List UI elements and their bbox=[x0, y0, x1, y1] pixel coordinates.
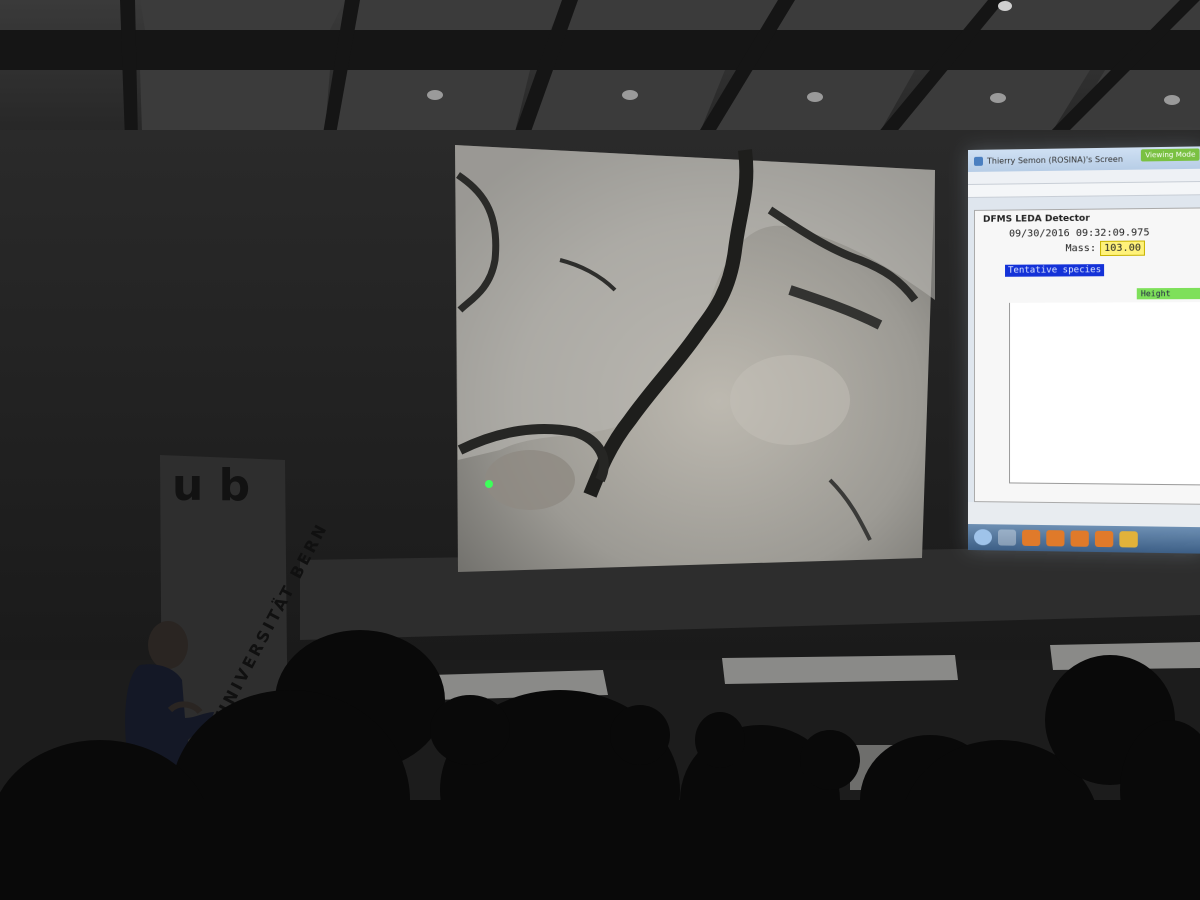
mass-label: Mass: bbox=[1065, 242, 1097, 255]
window-app-icon bbox=[973, 156, 983, 166]
comet-projection-screen bbox=[455, 145, 935, 572]
chrome-icon[interactable] bbox=[1119, 531, 1138, 548]
height-label: Height bbox=[1136, 287, 1200, 300]
start-button-icon[interactable] bbox=[973, 529, 992, 546]
browser-icon[interactable] bbox=[1070, 530, 1089, 547]
window-title: Thierry Semon (ROSINA)'s Screen bbox=[986, 154, 1124, 166]
laser-pointer-dot bbox=[485, 480, 493, 488]
window-status-area bbox=[968, 502, 1200, 528]
timestamp: 09/30/2016 09:32:09.975 bbox=[1009, 227, 1150, 240]
banner-logo: u b bbox=[172, 460, 250, 511]
mass-value: 103.00 bbox=[1100, 240, 1146, 257]
window-toolbar bbox=[968, 181, 1200, 198]
spectrum-plot-area bbox=[1009, 302, 1200, 486]
folder-icon[interactable] bbox=[997, 529, 1017, 546]
browser-icon[interactable] bbox=[1022, 529, 1041, 547]
right-projected-window: Thierry Semon (ROSINA)'s Screen Viewing … bbox=[968, 146, 1200, 554]
viewing-mode-button[interactable]: Viewing Mode bbox=[1141, 148, 1200, 162]
browser-icon[interactable] bbox=[1046, 530, 1065, 547]
panel-title: DFMS LEDA Detector bbox=[982, 213, 1090, 225]
windows-taskbar bbox=[968, 524, 1200, 554]
browser-icon[interactable] bbox=[1094, 530, 1114, 548]
tentative-species-label: Tentative species bbox=[1005, 264, 1105, 277]
leda-detector-panel: DFMS LEDA Detector 09/30/2016 09:32:09.9… bbox=[973, 207, 1200, 505]
